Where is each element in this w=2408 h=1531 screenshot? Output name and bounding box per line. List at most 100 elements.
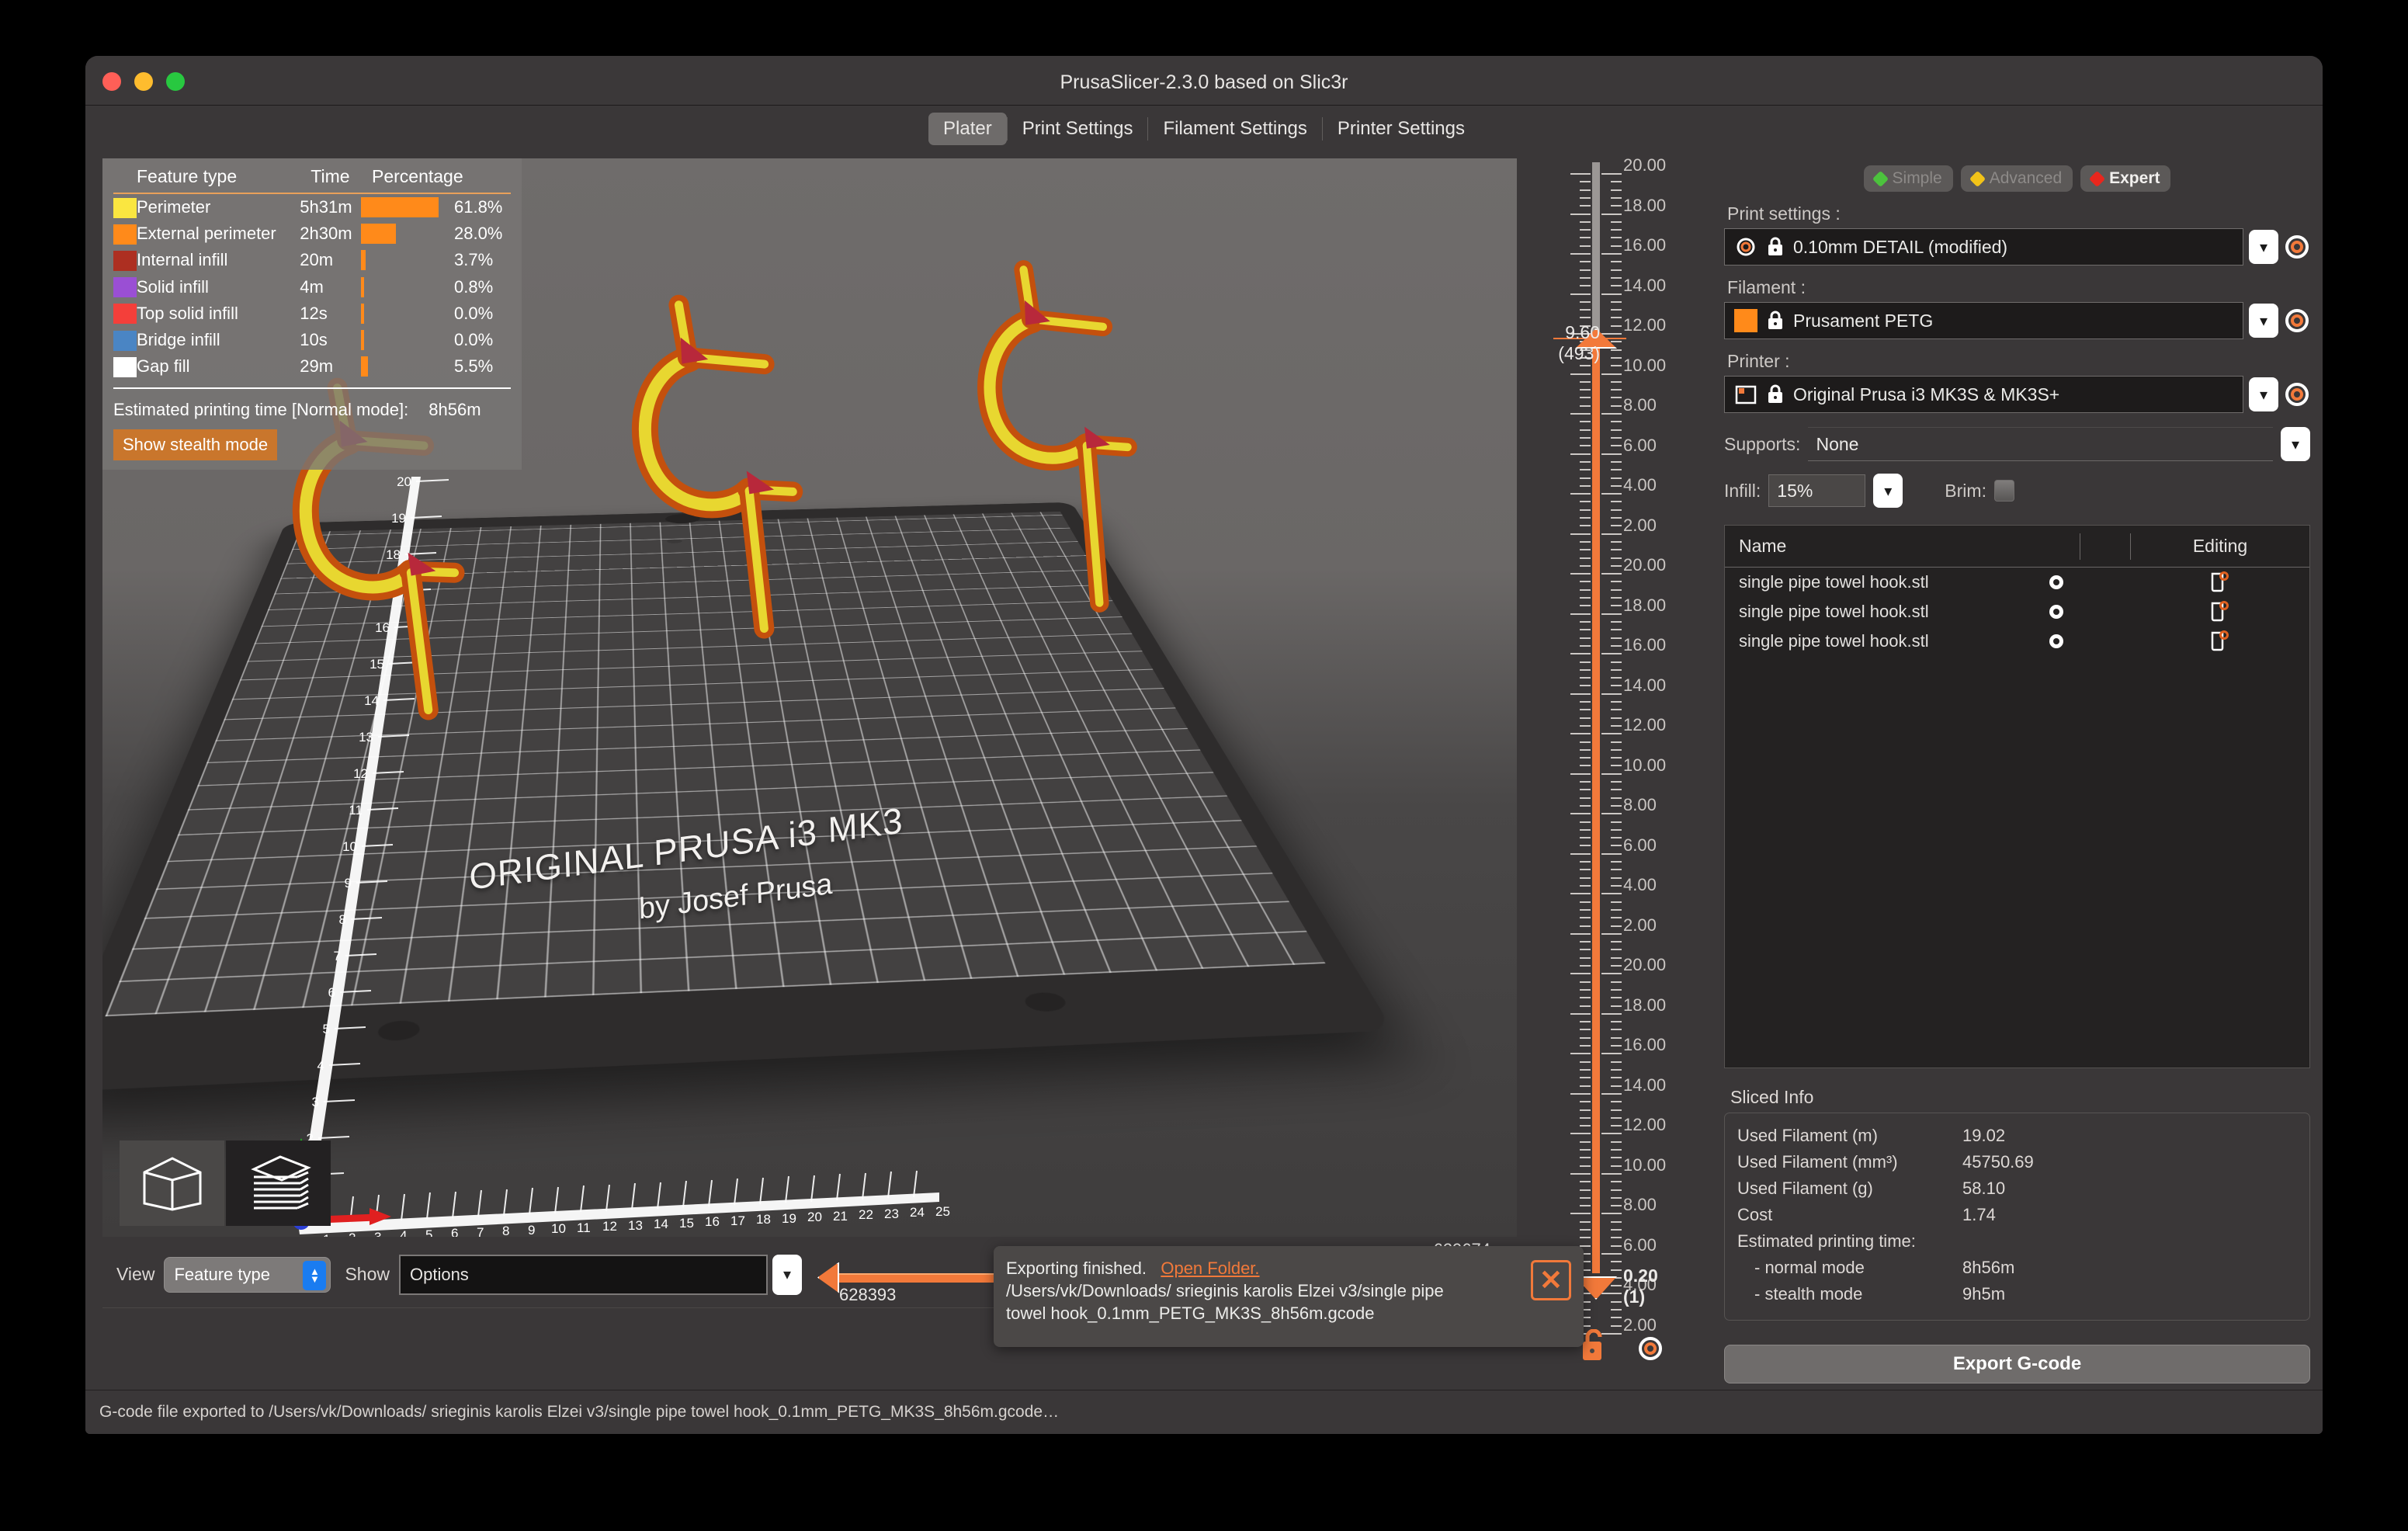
export-gcode-button[interactable]: Export G-code bbox=[1724, 1345, 2310, 1383]
mode-advanced-button[interactable]: Advanced bbox=[1960, 165, 2073, 192]
legend-color-swatch bbox=[113, 224, 137, 245]
view-type-select[interactable]: Feature type ▲ ▼ bbox=[164, 1256, 331, 1293]
legend-row: Gap fill 29m 5.5% bbox=[113, 353, 511, 380]
slider-minor-tick bbox=[1611, 356, 1622, 359]
svg-text:7: 7 bbox=[477, 1225, 484, 1237]
slider-minor-tick bbox=[1611, 349, 1622, 351]
slider-minor-tick bbox=[1580, 1245, 1591, 1247]
tab-filament-settings[interactable]: Filament Settings bbox=[1148, 113, 1321, 145]
sliced-info-value: 8h56m bbox=[1962, 1258, 2015, 1277]
slider-major-tick bbox=[1601, 1012, 1622, 1015]
slider-minor-tick bbox=[1580, 460, 1591, 463]
tab-plater[interactable]: Plater bbox=[928, 113, 1007, 145]
tab-print-settings[interactable]: Print Settings bbox=[1008, 113, 1148, 145]
slider-minor-tick bbox=[1580, 1205, 1591, 1207]
slider-minor-tick bbox=[1580, 1229, 1591, 1231]
slider-minor-tick bbox=[1611, 1309, 1622, 1311]
layer-slider[interactable]: 20.00 18.00 16.00 14.00 12.00 10.00 8.00 6.00 4.… bbox=[1524, 153, 1718, 1390]
slider-minor-tick bbox=[1580, 789, 1591, 791]
slider-minor-tick bbox=[1580, 309, 1591, 311]
object-list-row[interactable]: single pipe towel hook.stl bbox=[1725, 627, 2309, 656]
slider-minor-tick bbox=[1580, 1045, 1591, 1047]
bed-grid bbox=[105, 511, 1326, 1017]
show-stealth-mode-button[interactable]: Show stealth mode bbox=[113, 429, 278, 461]
slider-minor-tick bbox=[1580, 949, 1591, 951]
slider-left-handle[interactable] bbox=[817, 1262, 839, 1293]
svg-text:5: 5 bbox=[425, 1227, 432, 1237]
slider-minor-tick bbox=[1611, 837, 1622, 839]
object-list-row[interactable]: single pipe towel hook.stl bbox=[1725, 597, 2309, 627]
supports-dropdown-arrow[interactable]: ▾ bbox=[2281, 427, 2310, 461]
slider-minor-tick bbox=[1611, 1157, 1622, 1159]
slider-major-tick bbox=[1570, 1012, 1591, 1015]
show-options-input[interactable]: Options bbox=[398, 1254, 768, 1295]
slider-minor-tick bbox=[1580, 549, 1591, 551]
slider-major-tick bbox=[1601, 693, 1622, 695]
mode-simple-button[interactable]: Simple bbox=[1863, 165, 1953, 192]
filament-gear-button[interactable] bbox=[2284, 307, 2310, 334]
layer-slider-settings-button[interactable] bbox=[1637, 1335, 1664, 1362]
print-settings-dropdown-arrow[interactable]: ▾ bbox=[2249, 230, 2278, 264]
object-editing-button[interactable] bbox=[2131, 630, 2309, 652]
3d-viewport[interactable]: ORIGINAL PRUSA i3 MK3 by Josef Prusa 20 … bbox=[102, 158, 1517, 1237]
sliced-info-value: 45750.69 bbox=[1962, 1152, 2034, 1172]
object-visibility-toggle[interactable] bbox=[2031, 632, 2081, 651]
legend-row: Top solid infill 12s 0.0% bbox=[113, 300, 511, 327]
slider-minor-tick bbox=[1611, 429, 1622, 431]
legend-feature-name: Internal infill bbox=[137, 250, 228, 270]
legend-feature-name: Bridge infill bbox=[137, 330, 220, 350]
open-folder-link[interactable]: Open Folder. bbox=[1161, 1258, 1259, 1278]
print-settings-combo[interactable]: 0.10mm DETAIL (modified) bbox=[1724, 228, 2243, 266]
infill-dropdown-arrow[interactable]: ▾ bbox=[1873, 474, 1903, 508]
object-visibility-toggle[interactable] bbox=[2031, 602, 2081, 621]
slider-minor-tick bbox=[1611, 1220, 1622, 1223]
bed-notch bbox=[376, 1019, 422, 1042]
close-notification-button[interactable]: ✕ bbox=[1531, 1260, 1571, 1300]
preview-view-button[interactable] bbox=[226, 1140, 331, 1226]
legend-bar bbox=[360, 250, 366, 271]
supports-select[interactable]: None bbox=[1808, 427, 2273, 461]
infill-select[interactable]: 15% bbox=[1768, 474, 1866, 507]
printer-gear-button[interactable] bbox=[2284, 381, 2310, 408]
slider-minor-tick bbox=[1611, 1285, 1622, 1287]
view-label: View bbox=[116, 1264, 155, 1284]
3d-editor-view-button[interactable] bbox=[120, 1140, 224, 1226]
slider-minor-tick bbox=[1611, 564, 1622, 567]
slider-minor-tick bbox=[1611, 484, 1622, 487]
slider-minor-tick bbox=[1580, 908, 1591, 911]
object-list-row[interactable]: single pipe towel hook.stl bbox=[1725, 568, 2309, 597]
app-window: PrusaSlicer-2.3.0 based on Slic3r Plater… bbox=[85, 56, 2323, 1434]
tab-printer-settings[interactable]: Printer Settings bbox=[1323, 113, 1480, 145]
object-visibility-toggle[interactable] bbox=[2031, 573, 2081, 592]
slider-major-tick bbox=[1570, 1092, 1591, 1095]
layer-lock-toggle[interactable] bbox=[1581, 1328, 1609, 1362]
slider-minor-tick bbox=[1580, 517, 1591, 519]
printer-dropdown-arrow[interactable]: ▾ bbox=[2249, 377, 2278, 411]
slider-minor-tick bbox=[1611, 757, 1622, 759]
slider-major-tick bbox=[1601, 653, 1622, 655]
object-editing-button[interactable] bbox=[2131, 571, 2309, 593]
svg-text:16: 16 bbox=[705, 1214, 720, 1229]
status-bar: G-code file exported to /Users/vk/Downlo… bbox=[85, 1390, 2323, 1434]
filament-combo[interactable]: Prusament PETG bbox=[1724, 302, 2243, 339]
print-settings-gear-button[interactable] bbox=[2284, 234, 2310, 260]
layer-index-value: (493) bbox=[1558, 343, 1600, 363]
slider-minor-tick bbox=[1611, 1196, 1622, 1199]
mode-expert-button[interactable]: Expert bbox=[2080, 165, 2171, 192]
filament-dropdown-arrow[interactable]: ▾ bbox=[2249, 304, 2278, 338]
legend-feature-time: 4m bbox=[300, 276, 324, 297]
chevron-down-icon[interactable]: ▾ bbox=[772, 1254, 802, 1295]
printer-combo[interactable]: Original Prusa i3 MK3S & MK3S+ bbox=[1724, 376, 2243, 413]
slider-minor-tick bbox=[1611, 501, 1622, 503]
stepper-arrows-icon[interactable]: ▲ ▼ bbox=[303, 1260, 327, 1290]
object-editing-button[interactable] bbox=[2131, 601, 2309, 623]
slider-minor-tick bbox=[1611, 189, 1622, 191]
slider-minor-tick bbox=[1580, 709, 1591, 711]
export-notification: Exporting finished. Open Folder. /Users/… bbox=[994, 1246, 1584, 1347]
slider-tick-label: 10.00 bbox=[1623, 1154, 1667, 1175]
legend-bar bbox=[360, 224, 397, 245]
slider-major-tick bbox=[1570, 813, 1591, 815]
legend-feature-time: 10s bbox=[300, 330, 328, 350]
slider-minor-tick bbox=[1611, 1300, 1622, 1303]
brim-checkbox[interactable] bbox=[1993, 480, 2014, 502]
